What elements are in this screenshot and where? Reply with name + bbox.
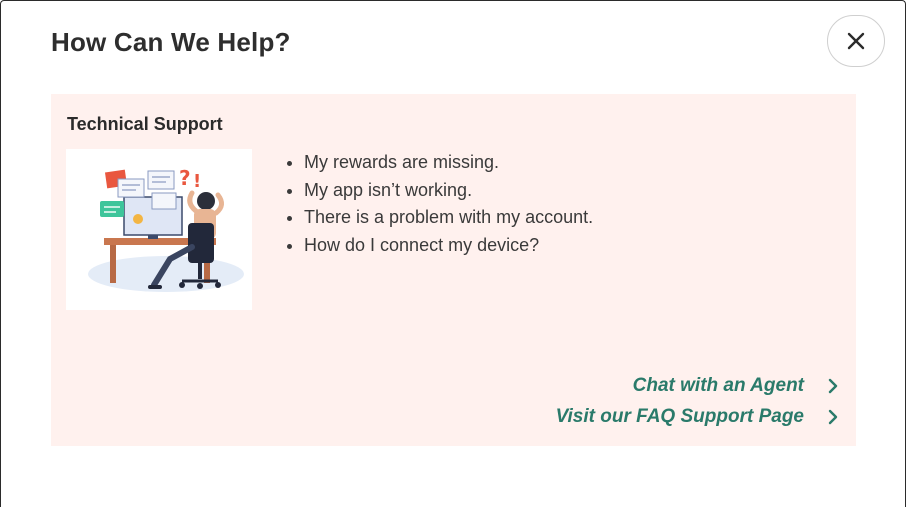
list-item: There is a problem with my account. — [304, 204, 593, 232]
list-item: How do I connect my device? — [304, 232, 593, 260]
technical-support-card: Technical Support ? ! • My rewards are m… — [51, 94, 856, 446]
close-icon — [847, 32, 865, 50]
modal-title: How Can We Help? — [51, 27, 291, 57]
issue-list: My rewards are missing. My app isn’t wor… — [284, 149, 593, 259]
svg-text:?: ? — [179, 166, 191, 190]
chevron-right-icon — [828, 409, 838, 425]
faq-support-link[interactable]: Visit our FAQ Support Page — [556, 406, 840, 428]
faq-link-label: Visit our FAQ Support Page — [555, 406, 804, 427]
chat-with-agent-link[interactable]: Chat with an Agent — [633, 375, 840, 397]
chevron-right-icon — [828, 378, 838, 394]
help-modal: How Can We Help? Technical Support ? ! •… — [0, 0, 906, 507]
card-title: Technical Support — [67, 114, 223, 134]
svg-text:!: ! — [193, 171, 201, 192]
list-item: My app isn’t working. — [304, 177, 593, 205]
close-button[interactable] — [827, 15, 885, 67]
stressed-worker-illustration: ? ! — [66, 149, 252, 310]
chat-link-label: Chat with an Agent — [632, 375, 804, 396]
list-item: My rewards are missing. — [304, 149, 593, 177]
